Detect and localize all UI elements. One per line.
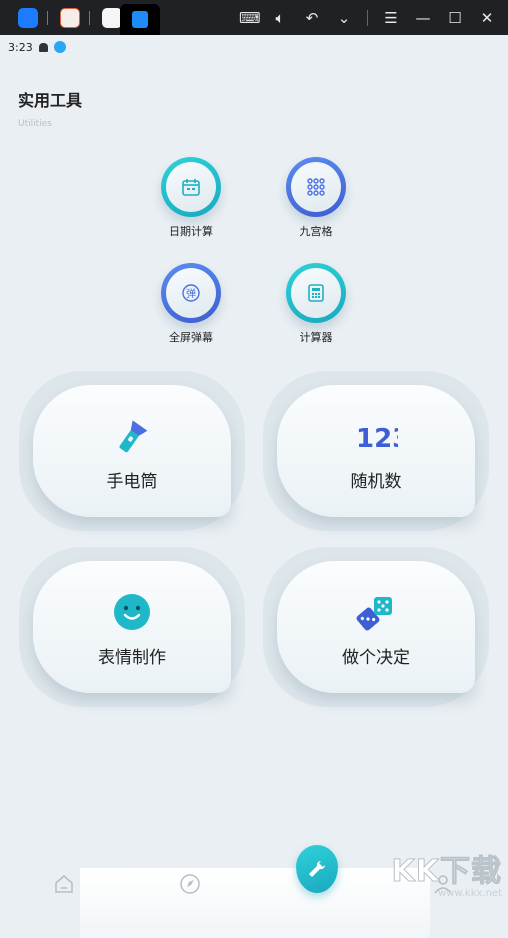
menu-icon[interactable]: ☰ bbox=[382, 9, 400, 27]
card-random-number-wrap: 123 随机数 bbox=[263, 371, 489, 531]
chevron-down-icon[interactable]: ⌄ bbox=[335, 9, 353, 27]
numbers-123-icon: 123 bbox=[356, 424, 398, 454]
card-label: 表情制作 bbox=[98, 648, 166, 668]
danmaku-icon-text: 弹 bbox=[186, 287, 196, 300]
tool-label: 全屏弹幕 bbox=[169, 331, 213, 344]
tool-nine-grid[interactable]: 九宫格 bbox=[271, 157, 361, 239]
app-status-icon bbox=[53, 41, 66, 53]
tab-separator bbox=[89, 10, 90, 25]
tool-ring: 弹 bbox=[161, 263, 221, 323]
tab-separator bbox=[47, 10, 48, 25]
tool-label: 日期计算 bbox=[169, 225, 213, 238]
app-tab-icon[interactable] bbox=[60, 7, 80, 28]
smiley-icon bbox=[114, 594, 150, 630]
active-app-icon bbox=[132, 11, 148, 28]
tool-fullscreen-danmaku[interactable]: 弹 全屏弹幕 bbox=[146, 263, 236, 345]
danmaku-icon: 弹 bbox=[182, 284, 200, 302]
window-controls: ⌨ 🔈︎ ↶ ⌄ ☰ — ☐ ✕ bbox=[239, 0, 496, 35]
app-tab-icon[interactable] bbox=[102, 7, 122, 28]
card-emoji-maker-wrap: 表情制作 bbox=[19, 547, 245, 707]
numbers-123-text: 123 bbox=[356, 424, 398, 454]
minimize-icon[interactable]: — bbox=[414, 9, 432, 27]
card-flashlight[interactable]: 手电筒 bbox=[33, 385, 231, 517]
card-make-decision[interactable]: 做个决定 bbox=[277, 561, 475, 693]
status-bar: 3:23 bbox=[8, 39, 66, 55]
page-subtitle: Utilities bbox=[18, 119, 52, 129]
close-icon[interactable]: ✕ bbox=[478, 9, 496, 27]
tool-date-calculator[interactable]: 日期计算 bbox=[146, 157, 236, 239]
watermark-main: KK下载 bbox=[391, 854, 502, 890]
notification-bell-icon bbox=[38, 42, 48, 52]
phone-screen: 3:23 实用工具 Utilities 日期计算 九宫格 弹 全屏弹幕 计算器 … bbox=[0, 35, 508, 938]
watermark: KK下载 www.kkx.net bbox=[391, 846, 502, 900]
divider bbox=[367, 9, 368, 26]
card-label: 做个决定 bbox=[342, 648, 410, 668]
flashlight-icon bbox=[119, 420, 148, 453]
tool-ring bbox=[161, 157, 221, 217]
keyboard-icon[interactable]: ⌨ bbox=[239, 9, 261, 27]
emulator-toolbar: ⌨ 🔈︎ ↶ ⌄ ☰ — ☐ ✕ bbox=[0, 0, 508, 35]
calendar-icon bbox=[182, 179, 200, 196]
status-time: 3:23 bbox=[8, 40, 33, 54]
page-title: 实用工具 bbox=[18, 91, 83, 110]
card-random-number[interactable]: 123 随机数 bbox=[277, 385, 475, 517]
card-flashlight-wrap: 手电筒 bbox=[19, 371, 245, 531]
tool-label: 计算器 bbox=[299, 331, 333, 344]
tool-label: 九宫格 bbox=[299, 225, 333, 238]
tools-icon bbox=[309, 860, 326, 877]
card-emoji-maker[interactable]: 表情制作 bbox=[33, 561, 231, 693]
card-make-decision-wrap: 做个决定 bbox=[263, 547, 489, 707]
compass-icon[interactable] bbox=[179, 873, 201, 895]
home-icon[interactable] bbox=[53, 873, 75, 895]
undo-icon[interactable]: ↶ bbox=[303, 9, 321, 27]
card-label: 手电筒 bbox=[106, 472, 158, 492]
volume-icon[interactable]: 🔈︎ bbox=[271, 9, 289, 27]
tool-calculator[interactable]: 计算器 bbox=[271, 263, 361, 345]
bottom-nav-panel bbox=[80, 868, 430, 938]
app-tab-icon[interactable] bbox=[18, 7, 38, 28]
grid-icon bbox=[307, 178, 325, 196]
calculator-icon bbox=[308, 284, 324, 302]
dice-icon bbox=[356, 597, 392, 631]
active-app-tab[interactable] bbox=[120, 4, 160, 35]
tool-ring bbox=[286, 263, 346, 323]
tool-ring bbox=[286, 157, 346, 217]
card-label: 随机数 bbox=[350, 472, 402, 492]
maximize-icon[interactable]: ☐ bbox=[446, 9, 464, 27]
